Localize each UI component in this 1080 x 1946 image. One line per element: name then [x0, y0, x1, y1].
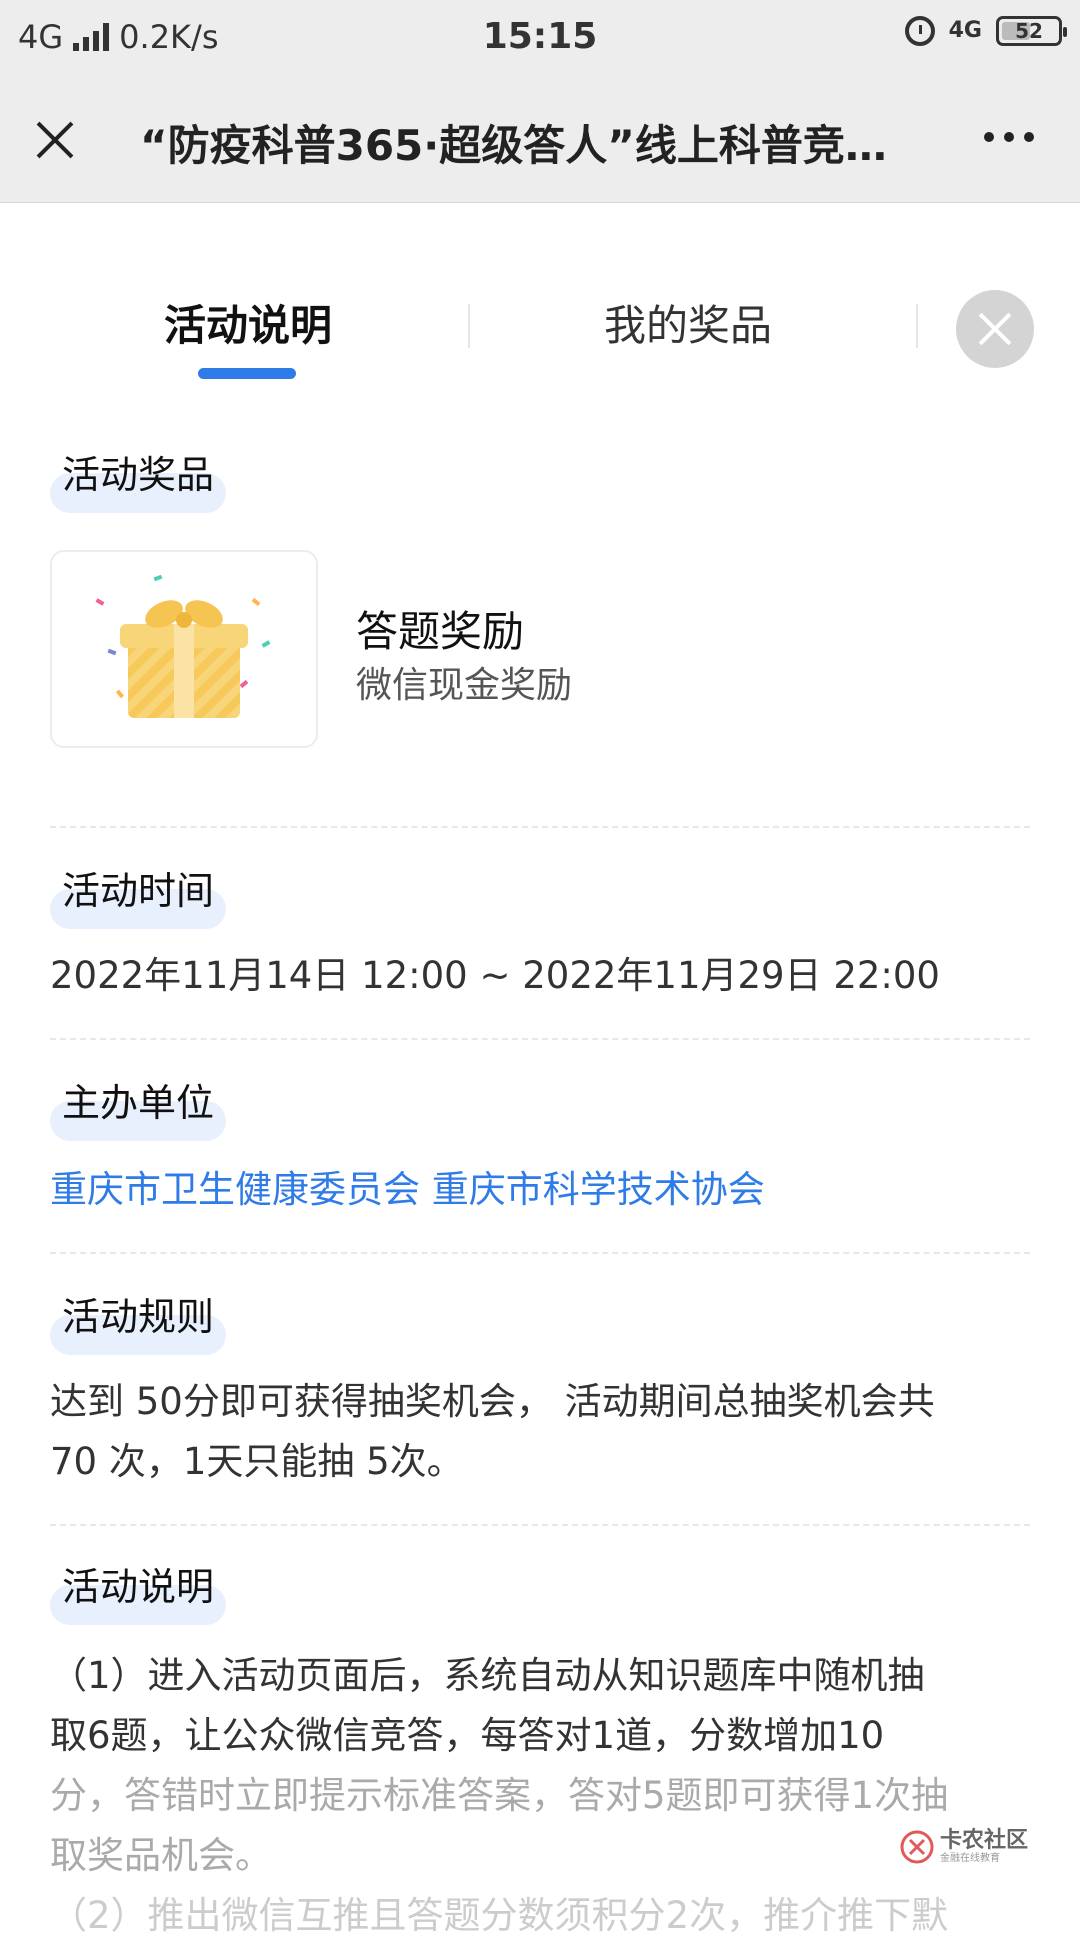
tab-divider — [916, 304, 918, 348]
description-line: 分，答错时立即提示标准答案，答对5题即可获得1次抽 — [50, 1774, 949, 1817]
close-panel-icon[interactable] — [956, 290, 1034, 368]
gift-box-icon — [95, 574, 271, 718]
rules-text: 达到 50分即可获得抽奖机会， 活动期间总抽奖机会共 70 次，1天只能抽 5次… — [50, 1372, 1030, 1492]
tab-activity-info[interactable]: 活动说明 — [164, 292, 332, 353]
prize-card — [50, 550, 318, 748]
watermark-subtext: 金融在线教育 — [940, 1853, 1000, 1864]
battery-level: 52 — [1015, 19, 1043, 43]
page-title: “防疫科普365·超级答人”线上科普竞… — [140, 121, 887, 170]
description-text: （1）进入活动页面后，系统自动从知识题库中随机抽 取6题，让公众微信竞答，每答对… — [50, 1646, 1030, 1946]
rules-line: 达到 50分即可获得抽奖机会， 活动期间总抽奖机会共 — [50, 1380, 935, 1423]
prize-name: 答题奖励 — [356, 607, 525, 656]
section-title-organizer: 主办单位 — [50, 1072, 227, 1141]
watermark-text: 卡农社区 — [940, 1828, 1029, 1853]
activity-time-value: 2022年11月14日 12:00 ~ 2022年11月29日 22:00 — [50, 954, 940, 997]
section-title-description: 活动说明 — [50, 1556, 227, 1625]
description-line: （1）进入活动页面后，系统自动从知识题库中随机抽 — [50, 1654, 925, 1697]
divider — [50, 1252, 1030, 1254]
description-line: 取奖品机会。 — [50, 1834, 272, 1877]
more-icon[interactable] — [984, 132, 1034, 142]
prize-description: 微信现金奖励 — [356, 665, 573, 706]
section-title-rules: 活动规则 — [50, 1286, 227, 1355]
divider — [50, 1038, 1030, 1040]
battery-icon: 52 — [996, 16, 1067, 46]
tab-active-indicator — [198, 368, 296, 379]
rules-line: 70 次，1天只能抽 5次。 — [50, 1440, 464, 1483]
nav-bar: “防疫科普365·超级答人”线上科普竞… — [0, 76, 1080, 203]
divider — [50, 1524, 1030, 1526]
tab-bar: 活动说明 我的奖品 — [0, 280, 1080, 390]
section-title-prizes: 活动奖品 — [50, 444, 227, 513]
close-icon[interactable] — [30, 114, 80, 164]
organizer-link[interactable]: 重庆市卫生健康委员会 重庆市科学技术协会 — [50, 1160, 1030, 1220]
description-line: 取6题，让公众微信竞答，每答对1道，分数增加10 — [50, 1714, 885, 1757]
network2-label: 4G — [948, 18, 982, 43]
watermark: 卡农社区 金融在线教育 — [900, 1830, 1028, 1864]
status-right: 4G 52 — [904, 16, 1067, 46]
watermark-logo-icon — [900, 1830, 934, 1864]
tab-my-prizes[interactable]: 我的奖品 — [604, 292, 772, 353]
tab-divider — [468, 304, 470, 348]
status-bar: 4G 0.2K/s 15:15 4G 52 — [0, 0, 1080, 76]
divider — [50, 826, 1030, 828]
section-title-time: 活动时间 — [50, 860, 227, 929]
alarm-icon — [904, 16, 935, 46]
description-line: （2）推出微信互推且答题分数须积分2次，推介推下默 — [50, 1894, 949, 1937]
